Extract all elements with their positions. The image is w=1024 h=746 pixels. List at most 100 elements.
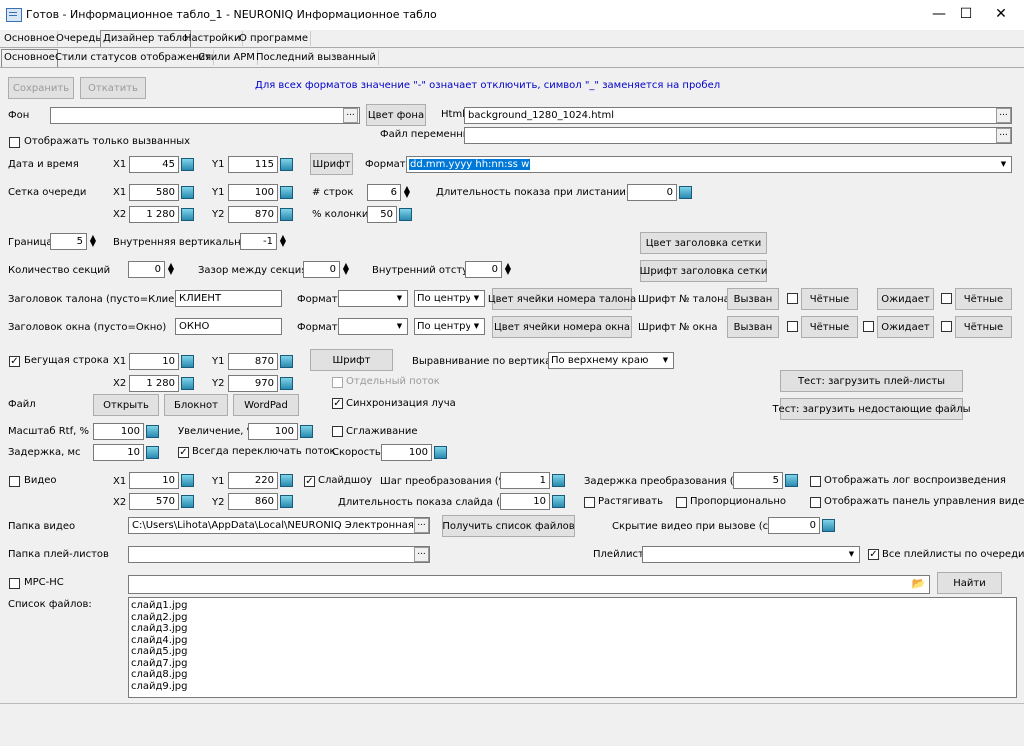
all-playlists-checkbox[interactable]: ✓ xyxy=(868,549,879,560)
window-even1-checkbox[interactable] xyxy=(787,321,798,332)
grid-rows-spin-icon[interactable]: ▲ ▼ xyxy=(402,185,412,199)
list-item[interactable]: слайд5.jpg xyxy=(131,646,1014,658)
mpc-checkbox[interactable] xyxy=(9,578,20,589)
always-restart-checkbox[interactable]: ✓ xyxy=(178,447,189,458)
ticker-x2-calc-icon[interactable] xyxy=(181,377,194,390)
html-browse-button[interactable]: ... xyxy=(996,108,1011,123)
tab-about[interactable]: О программе xyxy=(237,31,312,46)
list-item[interactable]: слайд3.jpg xyxy=(131,623,1014,635)
vars-field[interactable] xyxy=(464,127,1012,144)
close-button[interactable]: ✕ xyxy=(978,0,1024,30)
gap-field[interactable]: 0 xyxy=(303,261,340,278)
window-align-select[interactable]: По центру ▼ xyxy=(414,318,485,335)
test-playlists-button[interactable]: Тест: загрузить плей-листы xyxy=(780,370,963,392)
video-x2-calc-icon[interactable] xyxy=(181,495,194,508)
video-x1-field[interactable]: 10 xyxy=(129,472,179,489)
inner-vert-field[interactable]: -1 xyxy=(240,233,277,250)
bg-color-button[interactable]: Цвет фона xyxy=(366,104,426,126)
grid-col-calc-icon[interactable] xyxy=(399,208,412,221)
tab-queue[interactable]: Очередь xyxy=(54,31,105,46)
grid-x2-field[interactable]: 1 280 xyxy=(129,206,179,223)
list-item[interactable]: слайд7.jpg xyxy=(131,658,1014,670)
window-even2-checkbox[interactable] xyxy=(941,321,952,332)
ticket-even1-button[interactable]: Чётные xyxy=(801,288,858,310)
list-item[interactable]: слайд2.jpg xyxy=(131,612,1014,624)
header-font-button[interactable]: Шрифт заголовка сетки xyxy=(640,260,767,282)
list-item[interactable]: слайд8.jpg xyxy=(131,669,1014,681)
ticket-even1-checkbox[interactable] xyxy=(787,293,798,304)
revert-button[interactable]: Откатить xyxy=(80,77,146,99)
scale-calc-icon[interactable] xyxy=(146,425,159,438)
window-even2-button[interactable]: Чётные xyxy=(955,316,1012,338)
video-folder-browse-button[interactable]: ... xyxy=(414,518,429,533)
speed-field[interactable]: 100 xyxy=(381,444,432,461)
sections-field[interactable]: 0 xyxy=(128,261,165,278)
dt-font-button[interactable]: Шрифт xyxy=(310,153,353,175)
grid-x1-calc-icon[interactable] xyxy=(181,186,194,199)
video-y2-field[interactable]: 860 xyxy=(228,493,278,510)
delay-calc-icon[interactable] xyxy=(146,446,159,459)
dt-x1-field[interactable]: 45 xyxy=(129,156,179,173)
valign-select[interactable]: По верхнему краю ▼ xyxy=(548,352,674,369)
tdelay-calc-icon[interactable] xyxy=(785,474,798,487)
grid-y2-field[interactable]: 870 xyxy=(228,206,278,223)
subtab-main[interactable]: Основное xyxy=(1,49,58,67)
dt-x1-calc-icon[interactable] xyxy=(181,158,194,171)
video-y2-calc-icon[interactable] xyxy=(280,495,293,508)
dt-format-select[interactable]: dd.mm.yyyy hh:nn:ss w ▼ xyxy=(406,156,1012,173)
get-file-list-button[interactable]: Получить список файлов xyxy=(442,515,575,537)
mpc-field[interactable] xyxy=(128,575,930,594)
show-log-checkbox[interactable] xyxy=(810,476,821,487)
window-hdr-field[interactable]: ОКНО xyxy=(175,318,282,335)
folder-open-icon[interactable]: 📂 xyxy=(911,577,926,591)
list-item[interactable]: слайд1.jpg xyxy=(131,600,1014,612)
pad-spin-icon[interactable]: ▲ ▼ xyxy=(503,262,513,276)
video-checkbox[interactable] xyxy=(9,476,20,487)
border-spin-icon[interactable]: ▲ ▼ xyxy=(88,234,98,248)
zoom-field[interactable]: 100 xyxy=(248,423,298,440)
ticket-field[interactable]: КЛИЕНТ xyxy=(175,290,282,307)
tdelay-field[interactable]: 5 xyxy=(733,472,783,489)
grid-x2-calc-icon[interactable] xyxy=(181,208,194,221)
ticker-x2-field[interactable]: 1 280 xyxy=(129,375,179,392)
tab-designer[interactable]: Дизайнер табло xyxy=(100,30,192,48)
grid-dur-calc-icon[interactable] xyxy=(679,186,692,199)
dt-y1-calc-icon[interactable] xyxy=(280,158,293,171)
grid-y2-calc-icon[interactable] xyxy=(280,208,293,221)
step-field[interactable]: 1 xyxy=(500,472,550,489)
playlist-folder-browse-button[interactable]: ... xyxy=(414,547,429,562)
tab-settings[interactable]: Настройки xyxy=(182,31,244,46)
list-item[interactable]: слайд9.jpg xyxy=(131,681,1014,693)
scale-field[interactable]: 100 xyxy=(93,423,144,440)
gap-spin-icon[interactable]: ▲ ▼ xyxy=(341,262,351,276)
window-cell-color-button[interactable]: Цвет ячейки номера окна xyxy=(492,316,632,338)
delay-field[interactable]: 10 xyxy=(93,444,144,461)
hide-video-calc-icon[interactable] xyxy=(822,519,835,532)
notepad-button[interactable]: Блокнот xyxy=(164,394,228,416)
file-list[interactable]: слайд1.jpg слайд2.jpg слайд3.jpg слайд4.… xyxy=(128,597,1017,698)
ticker-y2-field[interactable]: 970 xyxy=(228,375,278,392)
slide-dur-calc-icon[interactable] xyxy=(552,495,565,508)
bg-field[interactable] xyxy=(50,107,360,124)
inner-vert-spin-icon[interactable]: ▲ ▼ xyxy=(278,234,288,248)
slide-dur-field[interactable]: 10 xyxy=(500,493,550,510)
smooth-checkbox[interactable] xyxy=(332,426,343,437)
subtab-arm-styles[interactable]: Стили АРМ xyxy=(196,50,258,65)
speed-calc-icon[interactable] xyxy=(434,446,447,459)
ticket-even2-checkbox[interactable] xyxy=(941,293,952,304)
ticker-y1-calc-icon[interactable] xyxy=(280,355,293,368)
list-item[interactable]: слайд4.jpg xyxy=(131,635,1014,647)
grid-x1-field[interactable]: 580 xyxy=(129,184,179,201)
playlist-folder-field[interactable] xyxy=(128,546,430,563)
video-x1-calc-icon[interactable] xyxy=(181,474,194,487)
ticket-wait-button[interactable]: Ожидает xyxy=(877,288,934,310)
zoom-calc-icon[interactable] xyxy=(300,425,313,438)
dt-y1-field[interactable]: 115 xyxy=(228,156,278,173)
ticker-y2-calc-icon[interactable] xyxy=(280,377,293,390)
grid-col-field[interactable]: 50 xyxy=(367,206,397,223)
ticker-font-button[interactable]: Шрифт xyxy=(310,349,393,371)
vars-browse-button[interactable]: ... xyxy=(996,128,1011,143)
hide-video-field[interactable]: 0 xyxy=(768,517,820,534)
ticker-checkbox[interactable]: ✓ xyxy=(9,356,20,367)
stretch-checkbox[interactable] xyxy=(584,497,595,508)
